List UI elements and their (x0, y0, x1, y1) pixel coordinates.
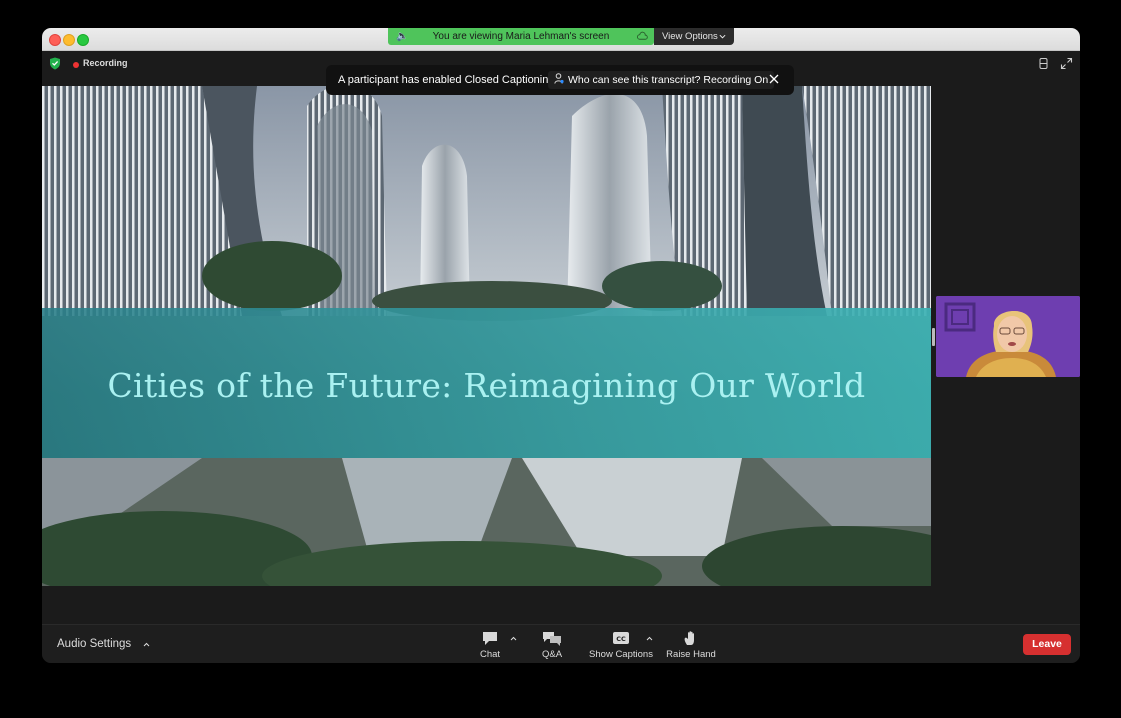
screen-share-banner: 🔈 You are viewing Maria Lehman's screen (388, 28, 654, 45)
participant-avatar-image (936, 296, 1080, 377)
raise-hand-button[interactable]: Raise Hand (666, 631, 716, 660)
layout-toggle-icon[interactable] (1037, 57, 1050, 70)
leave-button[interactable]: Leave (1023, 634, 1071, 655)
panel-resize-handle[interactable] (932, 328, 935, 346)
title-bar: 🔈 You are viewing Maria Lehman's screen … (42, 28, 1080, 51)
view-options-label: View Options (662, 31, 718, 42)
person-icon (554, 73, 564, 84)
chevron-down-icon (719, 34, 726, 39)
shared-screen-content: Cities of the Future: Reimagining Our Wo… (42, 86, 931, 586)
security-shield-icon[interactable] (49, 57, 61, 70)
raise-hand-icon (684, 631, 694, 645)
view-options-button[interactable]: View Options (654, 28, 734, 45)
slide-title: Cities of the Future: Reimagining Our Wo… (107, 366, 866, 405)
raise-hand-label: Raise Hand (666, 649, 716, 660)
chat-label: Chat (479, 649, 501, 660)
qa-label: Q&A (541, 649, 563, 660)
audio-settings-button[interactable]: Audio Settings (57, 638, 131, 650)
cc-notice-message: A participant has enabled Closed Caption… (338, 74, 555, 86)
participant-video-thumbnail[interactable] (936, 296, 1080, 377)
title-band: Cities of the Future: Reimagining Our Wo… (42, 308, 931, 458)
closed-captioning-notice: A participant has enabled Closed Caption… (326, 65, 794, 95)
recording-dot-icon (73, 62, 79, 68)
chat-options-caret-icon[interactable] (510, 636, 517, 641)
show-captions-label: Show Captions (589, 649, 653, 660)
qa-button[interactable]: Q&A (538, 631, 566, 660)
chat-button[interactable]: Chat (476, 631, 504, 660)
transcript-visibility-button[interactable]: Who can see this transcript? Recording O… (548, 71, 775, 89)
chat-icon (483, 632, 497, 645)
share-banner-text: You are viewing Maria Lehman's screen (432, 31, 610, 42)
fullscreen-icon[interactable] (1060, 57, 1073, 70)
close-window-button[interactable] (49, 34, 61, 46)
audio-options-caret-icon[interactable] (143, 642, 150, 647)
close-icon[interactable] (768, 73, 780, 85)
captions-options-caret-icon[interactable] (646, 636, 653, 641)
show-captions-button[interactable]: CC Show Captions (588, 631, 654, 660)
qa-icon (543, 632, 561, 646)
svg-text:CC: CC (616, 635, 626, 643)
cc-icon: CC (613, 632, 629, 644)
transcript-visibility-label: Who can see this transcript? Recording O… (568, 74, 769, 86)
zoom-window-button[interactable] (77, 34, 89, 46)
recording-label: Recording (83, 58, 128, 68)
minimize-window-button[interactable] (63, 34, 75, 46)
cloud-icon[interactable] (637, 31, 648, 42)
zoom-window: 🔈 You are viewing Maria Lehman's screen … (42, 28, 1080, 663)
meeting-toolbar: Audio Settings Chat Q&A CC Show Captions… (42, 624, 1080, 663)
